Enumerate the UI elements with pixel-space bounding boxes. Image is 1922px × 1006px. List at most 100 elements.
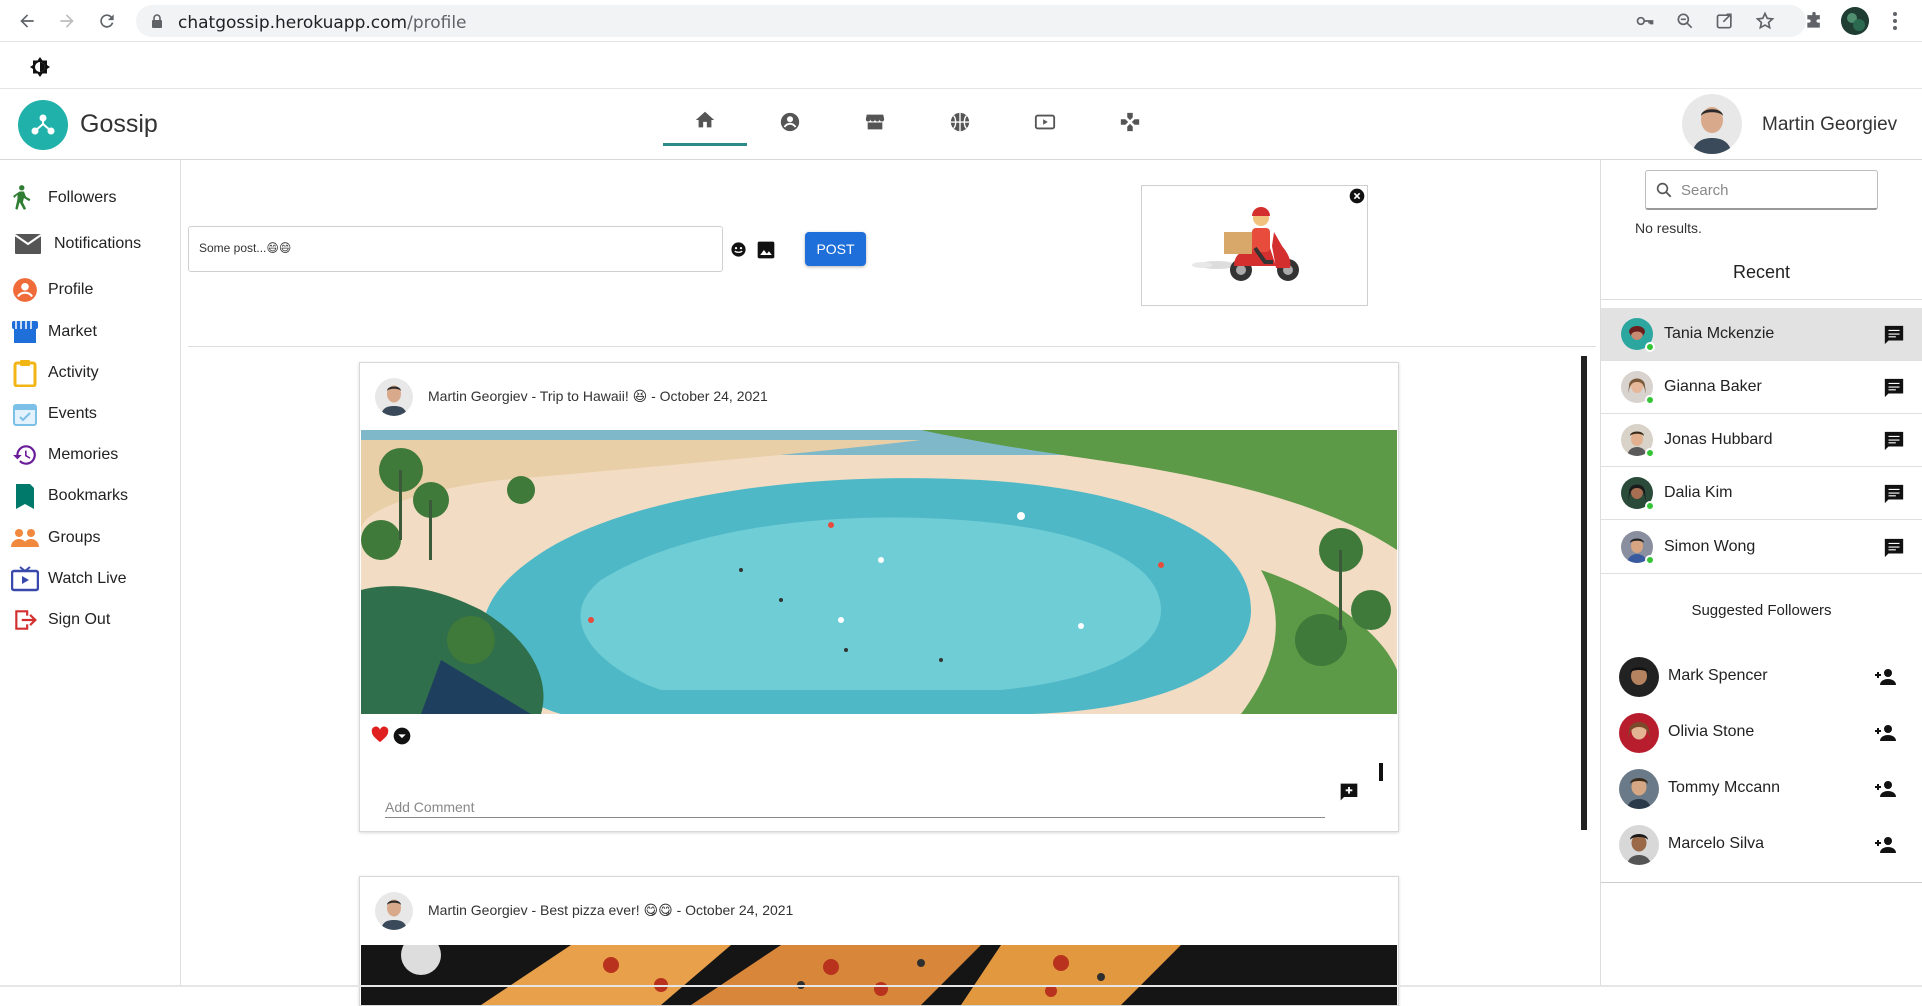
add-user-icon[interactable] (1873, 833, 1897, 857)
comment-scroll-handle[interactable] (1379, 763, 1383, 781)
avatar[interactable] (1619, 713, 1659, 753)
avatar[interactable] (1619, 825, 1659, 865)
message-icon[interactable] (1883, 324, 1905, 346)
sidebar-item-groups[interactable]: Groups (10, 521, 100, 555)
sidebar-item-watch-live[interactable]: Watch Live (10, 562, 127, 596)
suggested-item: Marcelo Silva (1601, 819, 1922, 875)
forward-arrow-icon[interactable] (54, 8, 80, 34)
add-comment-icon[interactable] (1339, 782, 1359, 807)
history-icon (10, 440, 40, 470)
post-input-text: Some post...😄😄 (199, 241, 292, 255)
zoom-icon[interactable] (1673, 9, 1697, 33)
more-vert-icon[interactable] (1883, 9, 1907, 33)
chat-row[interactable]: Jonas Hubbard (1601, 414, 1922, 467)
suggested-title: Suggested Followers (1691, 602, 1832, 619)
suggested-name: Mark Spencer (1668, 667, 1768, 684)
sidebar-item-label: Memories (48, 446, 119, 463)
address-bar[interactable]: chatgossip.herokuapp.com/profile (136, 5, 1806, 37)
add-user-icon[interactable] (1873, 665, 1897, 689)
message-icon[interactable] (1883, 537, 1905, 559)
comment-input[interactable]: Add Comment (385, 788, 1325, 818)
sidebar-item-label: Profile (48, 281, 94, 298)
post-input[interactable]: Some post...😄😄 (188, 226, 723, 272)
live-tv-icon (10, 564, 40, 594)
suggested-item: Tommy Mccann (1601, 763, 1922, 819)
close-icon[interactable] (1349, 188, 1365, 209)
avatar[interactable] (1619, 657, 1659, 697)
search-placeholder: Search (1681, 182, 1729, 199)
online-status-dot (1645, 501, 1655, 511)
tab-games[interactable] (1088, 102, 1172, 146)
avatar[interactable] (1619, 769, 1659, 809)
add-user-icon[interactable] (1873, 777, 1897, 801)
logo[interactable] (18, 100, 68, 150)
brand-name: Gossip (80, 110, 158, 138)
tab-market[interactable] (833, 102, 917, 146)
message-icon[interactable] (1883, 483, 1905, 505)
comment-placeholder: Add Comment (385, 799, 475, 815)
image-preview (1141, 185, 1368, 306)
sidebar-item-memories[interactable]: Memories (10, 438, 118, 472)
user-name: Martin Georgiev (1762, 114, 1898, 135)
divider (1601, 882, 1922, 883)
share-icon[interactable] (1713, 9, 1737, 33)
person-walking-icon (10, 183, 40, 213)
sidebar-item-events[interactable]: Events (10, 397, 97, 431)
mail-icon (10, 229, 46, 259)
no-results-text: No results. (1635, 220, 1702, 236)
sidebar-item-label: Notifications (54, 235, 142, 252)
home-icon (694, 109, 716, 136)
back-arrow-icon[interactable] (14, 8, 40, 34)
extensions-puzzle-icon[interactable] (1802, 9, 1826, 33)
tab-profile[interactable] (748, 102, 832, 146)
url-text: chatgossip.herokuapp.com/profile (178, 13, 467, 33)
sidebar-item-notifications[interactable]: Notifications (10, 227, 141, 261)
post-button[interactable]: POST (805, 232, 866, 266)
live-tv-icon (1034, 111, 1056, 138)
suggested-item: Olivia Stone (1601, 707, 1922, 763)
lock-icon (151, 14, 163, 33)
recent-title: Recent (1732, 262, 1791, 282)
divider (1601, 299, 1922, 300)
tab-sports[interactable] (918, 102, 1002, 146)
feed-scrollbar[interactable] (1581, 356, 1587, 830)
sidebar-item-activity[interactable]: Activity (10, 356, 99, 390)
avatar[interactable] (375, 892, 413, 930)
tab-watch[interactable] (1003, 102, 1087, 146)
key-icon[interactable] (1633, 9, 1657, 33)
app-header: Gossip Martin Georgiev (0, 90, 1922, 160)
message-icon[interactable] (1883, 430, 1905, 452)
avatar[interactable] (1682, 94, 1742, 154)
sidebar-item-bookmarks[interactable]: Bookmarks (10, 479, 128, 513)
search-input[interactable]: Search (1645, 170, 1878, 210)
online-status-dot (1645, 555, 1655, 565)
sidebar-item-label: Events (48, 405, 97, 422)
avatar[interactable] (375, 378, 413, 416)
chat-row[interactable]: Gianna Baker (1601, 361, 1922, 414)
message-icon[interactable] (1883, 377, 1905, 399)
image-icon[interactable] (756, 240, 776, 265)
reload-icon[interactable] (94, 8, 120, 34)
add-user-icon[interactable] (1873, 721, 1897, 745)
suggested-name: Marcelo Silva (1668, 835, 1765, 852)
sidebar-item-profile[interactable]: Profile (10, 273, 93, 307)
bookmark-star-icon[interactable] (1753, 9, 1777, 33)
chat-row[interactable]: Tania Mckenzie (1601, 308, 1922, 361)
tab-home[interactable] (663, 102, 747, 146)
sidebar-item-label: Bookmarks (48, 487, 129, 504)
chevron-down-icon[interactable] (392, 726, 412, 751)
chat-name: Simon Wong (1664, 538, 1756, 555)
chat-name: Tania Mckenzie (1664, 325, 1775, 342)
browser-profile-avatar[interactable] (1841, 7, 1869, 35)
sidebar-item-sign-out[interactable]: Sign Out (10, 603, 110, 637)
sidebar-item-market[interactable]: Market (10, 315, 97, 349)
sidebar-item-followers[interactable]: Followers (10, 181, 116, 215)
post-header: Martin Georgiev - Trip to Hawaii! 😆 - Oc… (428, 388, 768, 404)
brightness-toggle-icon[interactable] (28, 55, 52, 84)
chat-row[interactable]: Simon Wong (1601, 521, 1922, 574)
chat-row[interactable]: Dalia Kim (1601, 467, 1922, 520)
chat-name: Dalia Kim (1664, 484, 1733, 501)
heart-icon[interactable] (370, 725, 390, 748)
emoji-icon[interactable] (730, 241, 747, 263)
suggested-name: Tommy Mccann (1668, 779, 1781, 796)
